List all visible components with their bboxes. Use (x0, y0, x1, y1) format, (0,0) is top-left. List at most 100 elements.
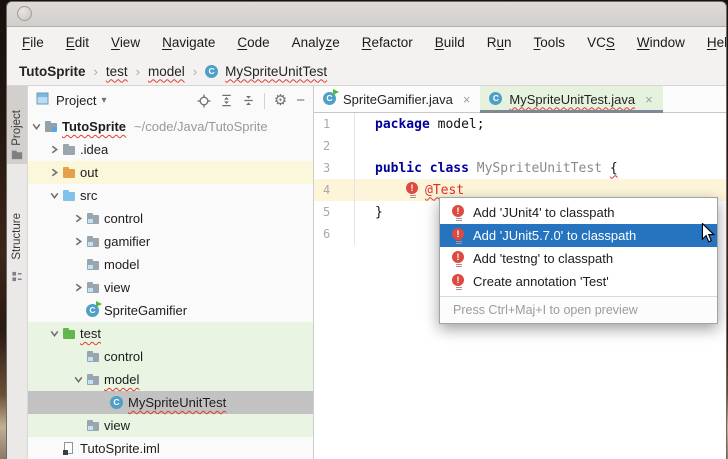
intention-item-create-annotation-test[interactable]: !Create annotation 'Test' (440, 270, 717, 293)
line-number: 1 (314, 113, 355, 135)
red-bulb-icon: ! (452, 205, 465, 221)
menu-view[interactable]: View (100, 32, 151, 53)
code-token: public class (375, 161, 469, 176)
menu-file[interactable]: File (11, 32, 55, 53)
tree-chevron-icon[interactable] (48, 190, 60, 202)
menu-help[interactable]: Help (696, 32, 727, 53)
tree-row-src[interactable]: src (28, 184, 313, 207)
menu-edit[interactable]: Edit (55, 32, 100, 53)
hide-panel-icon[interactable]: − (296, 93, 305, 108)
breadcrumb-separator-icon: › (193, 64, 197, 79)
expand-all-icon[interactable] (220, 94, 233, 107)
stripe-tab-project[interactable]: Project (7, 86, 27, 164)
red-bulb-icon: ! (452, 228, 465, 244)
tree-chevron-icon[interactable] (72, 236, 84, 248)
title-bar (7, 2, 726, 27)
pkg-icon (86, 419, 100, 433)
tree-row-idea[interactable]: .idea (28, 138, 313, 161)
tree-row-model[interactable]: model (28, 253, 313, 276)
mouse-cursor-icon (699, 223, 717, 248)
breadcrumb-separator-icon: › (94, 64, 98, 79)
class-icon: C (205, 65, 218, 78)
line-number: 3 (314, 157, 355, 179)
code-token: package (375, 117, 430, 132)
menu-bar: FileEditViewNavigateCodeAnalyzeRefactorB… (7, 27, 726, 57)
menu-window[interactable]: Window (626, 32, 696, 53)
code-token: { (610, 161, 618, 176)
tree-row-gamifier[interactable]: gamifier (28, 230, 313, 253)
tree-chevron-icon[interactable] (72, 213, 84, 225)
tree-row-out[interactable]: out (28, 161, 313, 184)
breadcrumb-item-model[interactable]: model (146, 62, 187, 81)
intention-popup: !Add 'JUnit4' to classpath!Add 'JUnit5.7… (439, 197, 718, 324)
menu-build[interactable]: Build (424, 32, 476, 53)
project-panel-title[interactable]: Project (56, 93, 96, 108)
proj-icon (44, 120, 58, 134)
chevron-down-icon: ▾ (101, 95, 106, 106)
pkg-icon (86, 212, 100, 226)
tree-row-model[interactable]: model (28, 368, 313, 391)
class-icon: C (489, 92, 503, 106)
close-tab-icon[interactable]: × (463, 92, 471, 107)
gear-icon[interactable]: ⚙ (274, 93, 287, 108)
menu-refactor[interactable]: Refactor (351, 32, 424, 53)
menu-tools[interactable]: Tools (523, 32, 577, 53)
class-run-icon: C (323, 92, 337, 106)
menu-run[interactable]: Run (476, 32, 523, 53)
project-tree: TutoSprite~/code/Java/TutoSprite.ideaout… (28, 115, 313, 459)
code-line-2[interactable]: 2 (314, 135, 726, 157)
pkg-icon (86, 258, 100, 272)
menu-vcs[interactable]: VCS (576, 32, 626, 53)
breadcrumb: TutoSprite›test›model›CMySpriteUnitTest (7, 57, 726, 85)
breadcrumb-item-tutosprite[interactable]: TutoSprite (17, 62, 88, 81)
tree-row-tutosprite-iml[interactable]: TutoSprite.iml (28, 437, 313, 459)
red-bulb-icon: ! (452, 274, 465, 290)
tree-chevron-icon[interactable] (48, 167, 60, 179)
tree-chevron-icon[interactable] (30, 121, 42, 133)
intention-item-add-junit4-to-classpath[interactable]: !Add 'JUnit4' to classpath (440, 201, 717, 224)
iml-icon (62, 442, 76, 456)
tab-myspriteunittest-java[interactable]: CMySpriteUnitTest.java× (480, 86, 662, 112)
breadcrumb-item-test[interactable]: test (104, 62, 130, 81)
red-bulb-icon: ! (452, 251, 465, 267)
chevron-spacer (72, 420, 84, 432)
collapse-all-icon[interactable] (242, 94, 255, 107)
fold-out-icon (62, 166, 76, 180)
tree-chevron-icon[interactable] (72, 374, 84, 386)
menu-navigate[interactable]: Navigate (151, 32, 226, 53)
editor-tab-bar: CSpriteGamifier.java×CMySpriteUnitTest.j… (314, 86, 726, 113)
code-token: model; (430, 117, 485, 132)
close-tab-icon[interactable]: × (645, 92, 653, 107)
locate-icon[interactable] (197, 94, 211, 108)
pkg-icon (86, 373, 100, 387)
tool-window-stripe: Project Structure (7, 86, 28, 459)
intention-item-add-junit5-7-0-to-classpath[interactable]: !Add 'JUnit5.7.0' to classpath (440, 224, 717, 247)
menu-code[interactable]: Code (226, 32, 280, 53)
titlebar-button[interactable] (17, 6, 32, 21)
tree-row-view[interactable]: view (28, 414, 313, 437)
project-panel-header: Project ▾ ⚙− (28, 86, 313, 115)
tree-row-control[interactable]: control (28, 345, 313, 368)
tree-row-spritegamifier[interactable]: CSpriteGamifier (28, 299, 313, 322)
toolbar-separator (264, 93, 265, 109)
intention-item-add-testng-to-classpath[interactable]: !Add 'testng' to classpath (440, 247, 717, 270)
tree-row-myspriteunittest[interactable]: CMySpriteUnitTest (28, 391, 313, 414)
ide-window: FileEditViewNavigateCodeAnalyzeRefactorB… (6, 1, 727, 459)
code-line-1[interactable]: 1 package model; (314, 113, 726, 135)
tree-row-control[interactable]: control (28, 207, 313, 230)
tab-spritegamifier-java[interactable]: CSpriteGamifier.java× (314, 86, 480, 112)
code-line-3[interactable]: 3public class MySpriteUnitTest { (314, 157, 726, 179)
tree-chevron-icon[interactable] (48, 328, 60, 340)
project-folder-icon (11, 148, 23, 160)
project-path: ~/code/Java/TutoSprite (134, 119, 268, 134)
line-number: 6 (314, 223, 355, 245)
tree-row-test[interactable]: test (28, 322, 313, 345)
stripe-tab-structure[interactable]: Structure (7, 180, 27, 286)
tree-row-tutosprite[interactable]: TutoSprite~/code/Java/TutoSprite (28, 115, 313, 138)
tree-chevron-icon[interactable] (48, 144, 60, 156)
tree-chevron-icon[interactable] (72, 282, 84, 294)
tree-row-view[interactable]: view (28, 276, 313, 299)
menu-analyze[interactable]: Analyze (281, 32, 351, 53)
breadcrumb-item-myspriteunittest[interactable]: MySpriteUnitTest (223, 62, 329, 81)
line-number: 5 (314, 201, 355, 223)
